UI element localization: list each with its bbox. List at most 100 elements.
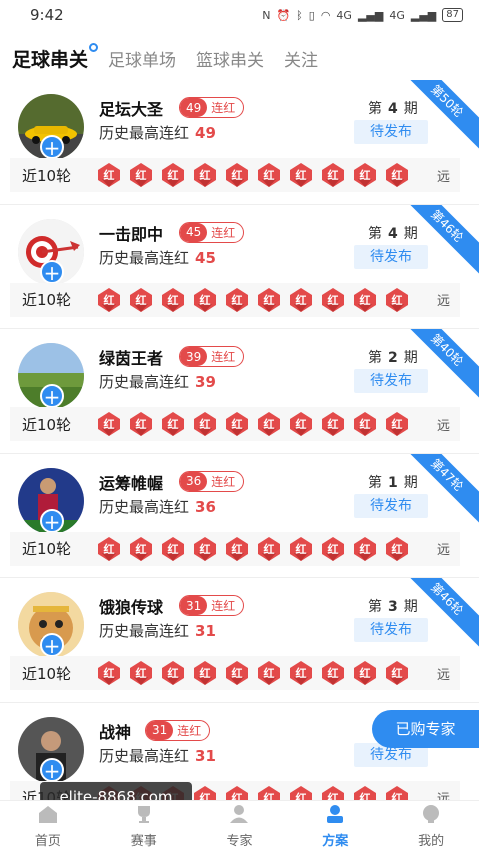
win-badge-icon: 红 — [256, 536, 282, 562]
win-badge-icon: 红 — [256, 660, 282, 686]
win-badge-icon: 红 — [160, 287, 186, 313]
nav-item-expert[interactable]: 专家 — [192, 801, 288, 851]
pending-publish-button[interactable]: 待发布 — [354, 244, 428, 269]
nav-label: 首页 — [34, 833, 61, 849]
win-badge-icon: 红 — [352, 287, 378, 313]
network-type-2: 4G — [389, 8, 405, 22]
win-badge-icon: 红 — [96, 411, 122, 437]
follow-plus-icon[interactable]: + — [40, 633, 64, 657]
expert-name[interactable]: 运筹帷幄 — [99, 470, 163, 494]
recent-badges: 红红红红红红红红红红 — [96, 536, 410, 562]
home-icon — [37, 804, 59, 828]
nav-label: 我的 — [418, 833, 445, 849]
recent-10-rounds: 近10轮 红红红红红红红红红红 远 — [10, 656, 460, 690]
far-label[interactable]: 远 — [437, 166, 450, 185]
pending-publish-button[interactable]: 待发布 — [354, 369, 428, 393]
win-badge-icon: 红 — [96, 162, 122, 188]
streak-label: 连红 — [177, 723, 202, 738]
expert-name[interactable]: 绿茵王者 — [99, 345, 163, 369]
history-best: 历史最高连红 31 — [99, 622, 216, 640]
status-time: 9:42 — [30, 6, 64, 24]
nav-item-trophy[interactable]: 赛事 — [96, 801, 192, 851]
far-label[interactable]: 远 — [437, 539, 450, 558]
status-bar: 9:42 N ⏰ ᛒ ▯ ◠ 4G ▂▄▆ 4G ▂▄▆ 87 — [0, 0, 479, 30]
streak-label: 连红 — [211, 474, 236, 489]
history-best-value: 31 — [195, 746, 216, 765]
expert-card[interactable]: + 饿狼传球 31 连红 历史最高连红 31 第3期 待发布 第46轮 近10轮 … — [0, 578, 479, 703]
recent-10-rounds: 近10轮 红红红红红红红红红红 远 — [10, 282, 460, 317]
tab-follow[interactable]: 关注 — [284, 46, 318, 71]
nfc-icon: N — [262, 8, 271, 22]
profile-icon — [420, 804, 442, 828]
expert-name[interactable]: 饿狼传球 — [99, 594, 163, 618]
pending-publish-button[interactable]: 待发布 — [354, 120, 428, 144]
purchased-experts-button[interactable]: 已购专家 — [372, 710, 479, 748]
top-tabs: 足球串关 足球单场 篮球串关 关注 — [0, 40, 479, 76]
expert-name[interactable]: 足坛大圣 — [99, 96, 163, 120]
follow-plus-icon[interactable]: + — [40, 259, 64, 284]
far-label[interactable]: 远 — [437, 290, 450, 309]
expert-card[interactable]: + 绿茵王者 39 连红 历史最高连红 39 第2期 待发布 第40轮 近10轮 … — [0, 329, 479, 454]
win-badge-icon: 红 — [320, 411, 346, 437]
nav-label: 方案 — [322, 833, 349, 849]
nav-item-profile[interactable]: 我的 — [383, 801, 479, 851]
win-badge-icon: 红 — [384, 162, 410, 188]
streak-label: 连红 — [211, 350, 236, 364]
streak-count: 31 — [180, 596, 208, 615]
expert-card[interactable]: + 运筹帷幄 36 连红 历史最高连红 36 第1期 待发布 第47轮 近10轮 … — [0, 453, 479, 578]
pending-publish-button[interactable]: 待发布 — [354, 618, 428, 642]
tab-football-parlay[interactable]: 足球串关 — [12, 42, 99, 72]
win-badge-icon: 红 — [224, 162, 250, 188]
streak-badge: 31 连红 — [179, 595, 245, 616]
win-badge-icon: 红 — [96, 287, 122, 313]
win-badge-icon: 红 — [352, 536, 378, 562]
win-badge-icon: 红 — [352, 660, 378, 686]
follow-plus-icon[interactable]: + — [40, 757, 64, 782]
nav-item-home[interactable]: 首页 — [0, 801, 96, 851]
history-best-value: 45 — [195, 248, 216, 267]
active-dot-icon — [89, 42, 99, 52]
expert-card[interactable]: + 一击即中 45 连红 历史最高连红 45 第4期 待发布 第46轮 近10轮 … — [0, 204, 479, 329]
win-badge-icon: 红 — [96, 660, 122, 686]
win-badge-icon: 红 — [192, 660, 218, 686]
far-label[interactable]: 远 — [437, 415, 450, 434]
pending-publish-button[interactable]: 待发布 — [354, 493, 428, 518]
follow-plus-icon[interactable]: + — [40, 384, 64, 408]
expert-name[interactable]: 一击即中 — [99, 221, 163, 245]
win-badge-icon: 红 — [288, 287, 314, 313]
win-badge-icon: 红 — [128, 411, 154, 437]
expert-name[interactable]: 战神 — [99, 719, 131, 743]
far-label[interactable]: 远 — [437, 664, 450, 683]
nav-item-plan[interactable]: 方案 — [287, 801, 383, 851]
streak-badge: 36 连红 — [179, 470, 245, 492]
bluetooth-icon: ᛒ — [296, 8, 303, 22]
recent-badges: 红红红红红红红红红红 — [96, 660, 410, 686]
follow-plus-icon[interactable]: + — [40, 135, 64, 159]
wifi-icon: ◠ — [320, 8, 331, 22]
tab-basketball-parlay[interactable]: 篮球串关 — [196, 46, 264, 71]
recent-badges: 红红红红红红红红红红 — [96, 411, 410, 437]
win-badge-icon: 红 — [384, 660, 410, 686]
streak-badge: 45 连红 — [179, 221, 245, 243]
period-info: 第1期 — [368, 474, 418, 491]
plan-icon — [324, 804, 346, 828]
expert-icon — [228, 804, 250, 828]
tab-football-single[interactable]: 足球单场 — [108, 46, 176, 71]
win-badge-icon: 红 — [288, 660, 314, 686]
network-type-1: 4G — [336, 8, 352, 22]
period-info: 第4期 — [368, 101, 418, 117]
expert-card[interactable]: + 足坛大圣 49 连红 历史最高连红 49 第4期 待发布 第50轮 近10轮 … — [0, 80, 479, 205]
win-badge-icon: 红 — [320, 287, 346, 313]
recent-label: 近10轮 — [22, 166, 72, 185]
follow-plus-icon[interactable]: + — [40, 508, 64, 533]
history-best-value: 49 — [195, 124, 216, 142]
win-badge-icon: 红 — [352, 162, 378, 188]
streak-badge: 49 连红 — [179, 97, 245, 118]
nav-label: 专家 — [226, 833, 253, 849]
history-best: 历史最高连红 39 — [99, 373, 216, 391]
signal-icon-2: ▂▄▆ — [410, 8, 437, 22]
win-badge-icon: 红 — [384, 536, 410, 562]
win-badge-icon: 红 — [192, 287, 218, 313]
recent-10-rounds: 近10轮 红红红红红红红红红红 远 — [10, 158, 460, 192]
recent-label: 近10轮 — [22, 291, 72, 309]
